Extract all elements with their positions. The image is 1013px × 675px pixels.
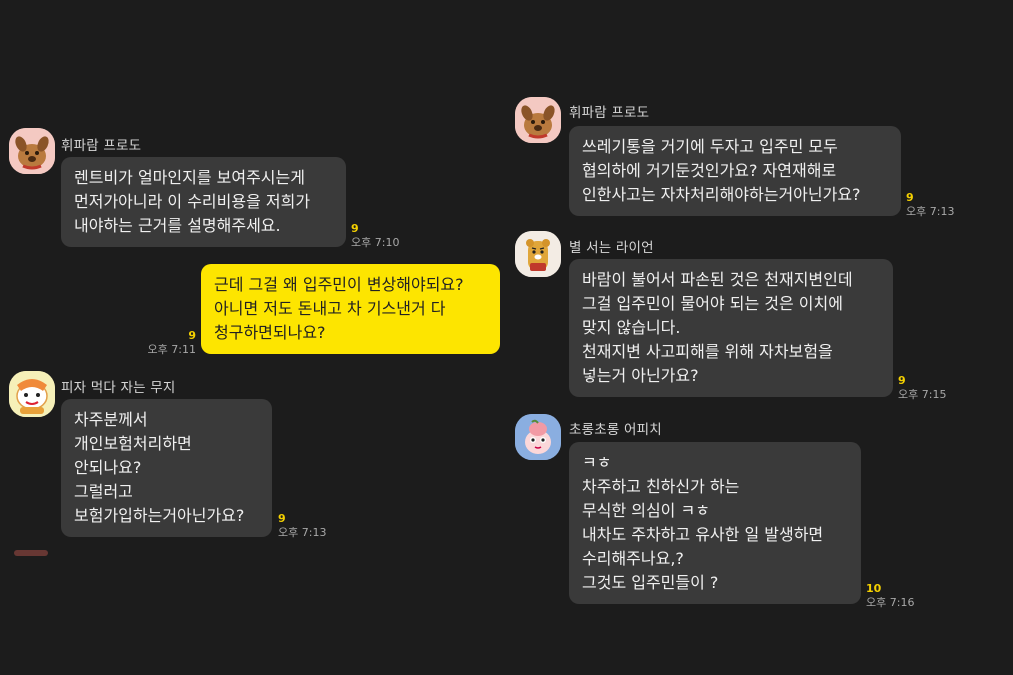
timestamp: 오후 7:13	[278, 526, 327, 539]
unread-count: 9	[351, 222, 359, 235]
message-line: 개인보험처리하면	[74, 434, 192, 453]
message-bubble[interactable]: 쓰레기통을 거기에 두자고 입주민 모두 협의하에 거기둔것인가요? 자연재해로…	[569, 126, 901, 216]
message-meta: 10 오후 7:16	[866, 582, 914, 610]
message-line: 먼저가아니라 이 수리비용을 저희가	[74, 192, 311, 211]
message-line: 차주분께서	[74, 410, 148, 429]
message-line: 천재지변 사고피해를 위해 자차보험을	[582, 342, 833, 361]
message-line: 청구하면되나요?	[214, 323, 326, 342]
unread-count: 9	[278, 512, 286, 525]
message-line: 그걸 입주민이 물어야 되는 것은 이치에	[582, 294, 843, 313]
message-meta: 9 오후 7:10	[351, 222, 399, 250]
message-line: 인한사고는 자차처리해야하는거아닌가요?	[582, 185, 861, 204]
message-line: 차주하고 친하신가 하는	[582, 477, 740, 496]
timestamp: 오후 7:10	[351, 236, 400, 249]
message-line: 쓰레기통을 거기에 두자고 입주민 모두	[582, 137, 838, 156]
apeach-icon[interactable]	[515, 414, 561, 460]
message-meta: 9 오후 7:13	[906, 191, 954, 219]
muzi-icon[interactable]	[9, 371, 55, 417]
message-line: ㅋㅎ	[582, 453, 612, 472]
timestamp: 오후 7:16	[866, 596, 915, 609]
message-bubble[interactable]: 바람이 불어서 파손된 것은 천재지변인데 그걸 입주민이 물어야 되는 것은 …	[569, 259, 893, 397]
sender-name: 휘파람 프로도	[569, 105, 650, 121]
timestamp: 오후 7:11	[147, 343, 196, 356]
message-line: 그럴러고	[74, 482, 133, 501]
timestamp: 오후 7:13	[906, 205, 955, 218]
message-line: 근데 그걸 왜 입주민이 변상해야되요?	[214, 275, 464, 294]
unread-count: 10	[866, 582, 882, 595]
unread-count: 9	[906, 191, 914, 204]
message-line: 수리해주나요,?	[582, 549, 684, 568]
sender-name: 피자 먹다 자는 무지	[61, 380, 176, 396]
message-line: 안되나요?	[74, 458, 142, 477]
message-line: 넣는거 아닌가요?	[582, 366, 699, 385]
message-line: 내야하는 근거를 설명해주세요.	[74, 216, 281, 235]
my-message-bubble[interactable]: 근데 그걸 왜 입주민이 변상해야되요? 아니면 저도 돈내고 차 기스낸거 다…	[201, 264, 500, 354]
chat-screenshot: 휘파람 프로도 렌트비가 얼마인지를 보여주시는게 먼저가아니라 이 수리비용을…	[0, 0, 1013, 675]
frodo-dog-icon[interactable]	[9, 128, 55, 174]
message-bubble[interactable]: 렌트비가 얼마인지를 보여주시는게 먼저가아니라 이 수리비용을 저희가 내야하…	[61, 157, 346, 247]
message-meta: 9 오후 7:11	[140, 329, 196, 357]
message-line: 무식한 의심이 ㅋㅎ	[582, 501, 710, 520]
timestamp: 오후 7:15	[898, 388, 947, 401]
unread-count: 9	[188, 329, 196, 342]
next-avatar-peek	[14, 550, 48, 556]
message-meta: 9 오후 7:13	[278, 512, 326, 540]
message-line: 맞지 않습니다.	[582, 318, 681, 337]
message-bubble[interactable]: 차주분께서 개인보험처리하면 안되나요? 그럴러고 보험가입하는거아닌가요?	[61, 399, 272, 537]
message-meta: 9 오후 7:15	[898, 374, 946, 402]
message-line: 그것도 입주민들이 ?	[582, 573, 719, 592]
message-line: 아니면 저도 돈내고 차 기스낸거 다	[214, 299, 446, 318]
ryan-lion-icon[interactable]	[515, 231, 561, 277]
sender-name: 초롱초롱 어피치	[569, 422, 662, 438]
message-line: 렌트비가 얼마인지를 보여주시는게	[74, 168, 305, 187]
message-line: 내차도 주차하고 유사한 일 발생하면	[582, 525, 824, 544]
message-bubble[interactable]: ㅋㅎ 차주하고 친하신가 하는 무식한 의심이 ㅋㅎ 내차도 주차하고 유사한 …	[569, 442, 861, 604]
message-line: 보험가입하는거아닌가요?	[74, 506, 245, 525]
frodo-dog-icon[interactable]	[515, 97, 561, 143]
message-line: 협의하에 거기둔것인가요? 자연재해로	[582, 161, 837, 180]
unread-count: 9	[898, 374, 906, 387]
sender-name: 별 서는 라이언	[569, 240, 654, 256]
message-line: 바람이 불어서 파손된 것은 천재지변인데	[582, 270, 853, 289]
sender-name: 휘파람 프로도	[61, 138, 142, 154]
